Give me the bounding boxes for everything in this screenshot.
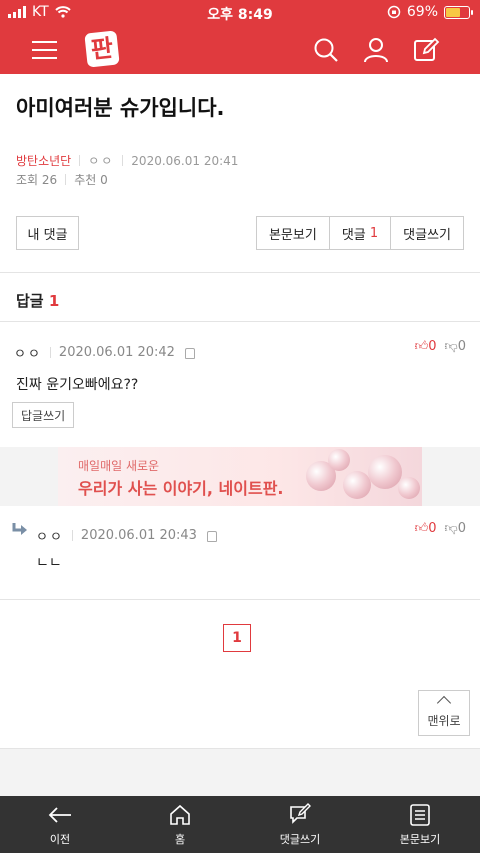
comment-votes: 👍︎0 👎︎0 <box>415 521 466 536</box>
view-body-button[interactable]: 본문보기 <box>257 217 329 249</box>
divider <box>0 599 480 600</box>
header-icons <box>312 36 440 64</box>
battery-percent: 69% <box>406 4 438 20</box>
replies-label: 답글 <box>16 292 44 310</box>
back-to-top-label: 맨위로 <box>427 714 461 728</box>
replies-heading: 답글 1 <box>16 290 59 311</box>
like-button[interactable]: 👍︎0 <box>415 339 437 354</box>
ad-banner: 매일매일 새로운 우리가 사는 이야기, 네이트판. <box>0 447 480 506</box>
status-bar: KT 오후 8:49 69% <box>0 0 480 26</box>
comment-meta: ㅇㅇ 2020.06.01 20:42 <box>14 343 195 362</box>
my-comments-button[interactable]: 내 댓글 <box>16 216 79 250</box>
report-icon[interactable] <box>206 531 217 542</box>
footer-space <box>0 749 480 796</box>
tab-write-comment[interactable]: 댓글쓰기 <box>240 796 360 853</box>
document-icon <box>410 803 430 826</box>
comments-count: 1 <box>369 225 379 241</box>
tab-label: 댓글쓰기 <box>279 832 321 846</box>
tab-label: 이전 <box>49 832 71 846</box>
ad-decoration <box>328 449 350 471</box>
views-label: 조회 <box>16 173 39 187</box>
bottom-tab-bar: 이전 홈 댓글쓰기 본문보기 <box>0 796 480 853</box>
post-actions: 본문보기 댓글 1 댓글쓰기 <box>255 216 464 250</box>
ad-line1: 매일매일 새로운 <box>78 459 160 473</box>
ad-decoration <box>343 471 371 499</box>
comment-meta: ㅇㅇ 2020.06.01 20:43 <box>36 526 217 545</box>
views-count: 26 <box>41 172 58 187</box>
report-icon[interactable] <box>184 348 195 359</box>
dislike-button[interactable]: 👎︎0 <box>445 339 466 354</box>
reply-arrow-icon <box>12 523 27 535</box>
home-icon <box>170 804 190 825</box>
like-count: 0 <box>428 521 437 536</box>
replies-count: 1 <box>48 292 60 310</box>
post-author: ㅇㅇ <box>88 154 115 168</box>
write-comment-button[interactable]: 댓글쓰기 <box>390 217 463 249</box>
app-header: 판 <box>0 26 480 74</box>
divider <box>0 321 480 322</box>
ad-line2: 우리가 사는 이야기, 네이트판. <box>78 479 284 498</box>
tab-back[interactable]: 이전 <box>0 796 120 853</box>
chevron-up-icon <box>436 695 452 711</box>
comment-nick: ㅇㅇ <box>14 347 42 362</box>
battery-icon <box>444 5 473 19</box>
tab-label: 본문보기 <box>399 832 441 846</box>
write-icon[interactable] <box>412 36 440 64</box>
orientation-lock-icon <box>387 5 401 19</box>
post-datetime: 2020.06.01 20:41 <box>131 153 239 168</box>
menu-icon[interactable] <box>32 41 57 59</box>
search-icon[interactable] <box>312 36 340 64</box>
like-count: 0 <box>428 339 437 354</box>
recommend-count: 0 <box>100 172 108 187</box>
comments-label: 댓글 <box>341 227 366 243</box>
comment-votes: 👍︎0 👎︎0 <box>415 339 466 354</box>
tab-label: 홈 <box>174 832 186 846</box>
ad-decoration <box>398 477 420 499</box>
dislike-count: 0 <box>457 521 466 536</box>
back-to-top-button[interactable]: 맨위로 <box>418 690 470 736</box>
user-icon[interactable] <box>362 36 390 64</box>
back-arrow-icon <box>48 806 71 823</box>
divider <box>0 272 480 273</box>
ad-banner-inner[interactable]: 매일매일 새로운 우리가 사는 이야기, 네이트판. <box>58 447 422 506</box>
recommend-label: 추천 <box>74 173 97 187</box>
post-meta: 방탄소년단 ㅇㅇ 2020.06.01 20:41 <box>16 152 238 169</box>
ad-decoration <box>368 455 402 489</box>
comment-datetime: 2020.06.01 20:42 <box>58 345 175 360</box>
comment-body: ㄴㄴ <box>36 555 62 571</box>
reply-write-button[interactable]: 답글쓰기 <box>12 402 75 428</box>
page-number-current[interactable]: 1 <box>223 624 251 652</box>
like-button[interactable]: 👍︎0 <box>415 521 437 536</box>
dislike-count: 0 <box>457 339 466 354</box>
logo[interactable]: 판 <box>84 30 120 68</box>
comments-button[interactable]: 댓글 1 <box>328 217 390 249</box>
tab-view-body[interactable]: 본문보기 <box>360 796 480 853</box>
dislike-button[interactable]: 👎︎0 <box>445 521 466 536</box>
comment-body: 진짜 윤기오빠에요?? <box>16 377 139 393</box>
tab-home[interactable]: 홈 <box>120 796 240 853</box>
battery-fill <box>446 7 460 17</box>
post-category[interactable]: 방탄소년단 <box>16 152 71 169</box>
post-stats: 조회 26 추천 0 <box>16 171 108 188</box>
status-right: 69% <box>387 4 473 20</box>
comment-nick: ㅇㅇ <box>36 530 64 545</box>
post-title: 아미여러분 슈가입니다. <box>16 96 225 120</box>
comment-write-icon <box>290 802 311 824</box>
comment-datetime: 2020.06.01 20:43 <box>80 528 197 543</box>
